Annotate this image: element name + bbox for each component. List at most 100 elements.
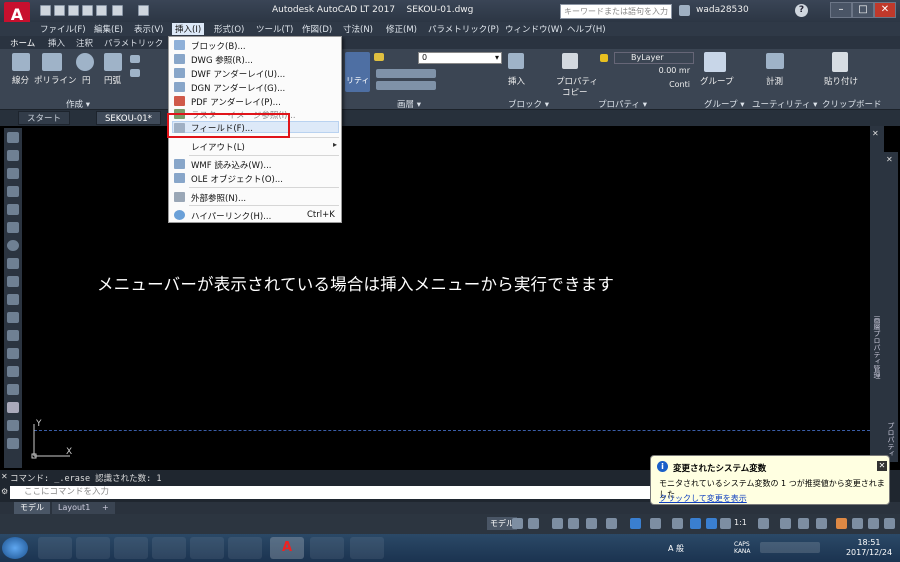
menu-edit[interactable]: 編集(E) <box>94 23 123 35</box>
redo-icon[interactable] <box>138 5 149 16</box>
toolbar-text-icon[interactable] <box>7 420 19 431</box>
menu-dimension[interactable]: 寸法(N) <box>343 23 373 35</box>
group-icon[interactable] <box>704 52 726 72</box>
layer-tools-row2-icon[interactable] <box>376 81 436 90</box>
internet-explorer-icon[interactable] <box>190 537 224 559</box>
paste-label[interactable]: 貼り付け <box>824 75 858 87</box>
layer-tools-icon[interactable] <box>376 69 436 78</box>
tab-model[interactable]: モデル <box>14 502 50 514</box>
line-tool-label[interactable]: 線分 <box>12 74 29 86</box>
menu-item-external-reference[interactable]: 外部参照(N)... <box>191 192 246 204</box>
menu-item-pdf-underlay[interactable]: PDF アンダーレイ(P)... <box>191 96 281 108</box>
save-icon[interactable] <box>68 5 79 16</box>
menu-draw[interactable]: 作図(D) <box>302 23 332 35</box>
menu-tools[interactable]: ツール(T) <box>256 23 293 35</box>
properties-palette[interactable]: ✕ プロパティ <box>884 152 898 462</box>
copy-properties-label[interactable]: コピー <box>562 86 588 98</box>
help-icon[interactable]: ? <box>795 4 808 17</box>
menu-window[interactable]: ウィンドウ(W) <box>505 23 563 35</box>
drawing-canvas[interactable] <box>24 126 870 470</box>
polar-icon[interactable] <box>568 518 579 529</box>
measure-label[interactable]: 計測 <box>766 75 783 87</box>
ime-indicator[interactable]: A 般 <box>668 543 684 554</box>
panel-utilities-label[interactable]: ユーティリティ ▾ <box>752 98 817 110</box>
fullscreen-icon[interactable] <box>868 518 879 529</box>
toolbar-line-icon[interactable] <box>7 132 19 143</box>
start-button-icon[interactable] <box>2 537 28 559</box>
match-properties-icon[interactable] <box>562 53 578 69</box>
osnap-icon[interactable] <box>586 518 597 529</box>
toolbar-rectangle-icon[interactable] <box>7 204 19 215</box>
hatch-tool-icon[interactable] <box>130 69 140 77</box>
paste-icon[interactable] <box>832 52 848 72</box>
toolbar-revcloud-icon[interactable] <box>7 258 19 269</box>
toolbar-region-icon[interactable] <box>7 384 19 395</box>
menu-view[interactable]: 表示(V) <box>134 23 163 35</box>
tab-start[interactable]: スタート <box>18 111 71 125</box>
menu-item-dwf-underlay[interactable]: DWF アンダーレイ(U)... <box>191 68 285 80</box>
ortho-icon[interactable] <box>552 518 563 529</box>
layer-dropdown[interactable]: 0 ▾ <box>418 52 502 64</box>
close-button[interactable]: ✕ <box>874 2 896 18</box>
undo-icon[interactable] <box>112 5 123 16</box>
panel-draw-label[interactable]: 作成 ▾ <box>66 98 90 110</box>
toolbar-arc-icon[interactable] <box>7 222 19 233</box>
panel-layer-label[interactable]: 画層 ▾ <box>397 98 421 110</box>
menu-item-block[interactable]: ブロック(B)... <box>191 40 246 52</box>
media-player-icon[interactable] <box>38 537 72 559</box>
notification-icon[interactable] <box>836 518 847 529</box>
layer-state-icon[interactable] <box>374 53 384 61</box>
properties-match-icon[interactable] <box>345 52 370 92</box>
palette-close-icon[interactable]: ✕ <box>872 129 879 138</box>
minimize-button[interactable]: – <box>830 2 852 18</box>
menu-file[interactable]: ファイル(F) <box>40 23 86 35</box>
panel-properties-label[interactable]: プロパティ ▾ <box>598 98 647 110</box>
workspace-gear-icon[interactable] <box>758 518 769 529</box>
isolate-icon[interactable] <box>798 518 809 529</box>
taskbar-clock[interactable]: 18:51 2017/12/24 <box>842 538 896 558</box>
palette2-close-icon[interactable]: ✕ <box>886 155 893 164</box>
tab-insert[interactable]: 挿入 <box>48 37 65 49</box>
chrome-icon[interactable] <box>114 537 148 559</box>
toolbar-hatch-icon[interactable] <box>7 348 19 359</box>
toolbar-polyline-icon[interactable] <box>7 168 19 179</box>
menu-insert[interactable]: 挿入(I) <box>172 23 205 35</box>
toolbar-polygon-icon[interactable] <box>7 186 19 197</box>
menu-item-ole-object[interactable]: OLE オブジェクト(O)... <box>191 173 283 185</box>
insert-label[interactable]: 挿入 <box>508 75 525 87</box>
tray-icons[interactable] <box>760 542 820 553</box>
measure-icon[interactable] <box>766 53 784 69</box>
open-file-icon[interactable] <box>54 5 65 16</box>
user-name[interactable]: wada28530 <box>696 5 749 15</box>
circle-tool-label[interactable]: 円 <box>82 74 91 86</box>
insert-block-icon[interactable] <box>508 53 524 69</box>
tab-home[interactable]: ホーム <box>10 37 35 49</box>
tab-add-layout[interactable]: + <box>96 502 115 514</box>
layer-properties-palette[interactable]: ✕ 画層プロパティ管理 <box>870 126 884 470</box>
toolbar-circle-icon[interactable] <box>7 240 19 251</box>
hardware-accel-icon[interactable] <box>816 518 827 529</box>
menu-item-wmf-import[interactable]: WMF 読み込み(W)... <box>191 159 271 171</box>
group-label[interactable]: グループ <box>700 75 734 87</box>
menu-modify[interactable]: 修正(M) <box>386 23 417 35</box>
toolbar-point-icon[interactable] <box>7 330 19 341</box>
linetype-dropdown[interactable]: Conti <box>614 80 694 92</box>
arc-tool-icon[interactable] <box>104 53 122 71</box>
menu-item-dwg-reference[interactable]: DWG 参照(R)... <box>191 54 253 66</box>
color-dropdown[interactable]: ByLayer <box>614 52 694 64</box>
command-wrench-icon[interactable]: ⚙ <box>1 487 8 496</box>
menu-item-dgn-underlay[interactable]: DGN アンダーレイ(G)... <box>191 82 285 94</box>
selection-cycling-icon[interactable] <box>672 518 683 529</box>
hpb-icon[interactable] <box>310 537 344 559</box>
menu-help[interactable]: ヘルプ(H) <box>567 23 606 35</box>
autocad-taskbar-icon[interactable]: A <box>270 537 304 559</box>
auto-scale-icon[interactable] <box>706 518 717 529</box>
lineweight-dropdown[interactable]: 0.00 mr <box>614 66 694 78</box>
binoculars-icon[interactable] <box>679 5 690 16</box>
save-as-icon[interactable] <box>82 5 93 16</box>
tab-parametric[interactable]: パラメトリック <box>104 37 163 49</box>
explorer-icon[interactable] <box>76 537 110 559</box>
toolbar-gradient-icon[interactable] <box>7 366 19 377</box>
new-file-icon[interactable] <box>40 5 51 16</box>
toolbar-mtext-icon[interactable] <box>7 402 19 413</box>
